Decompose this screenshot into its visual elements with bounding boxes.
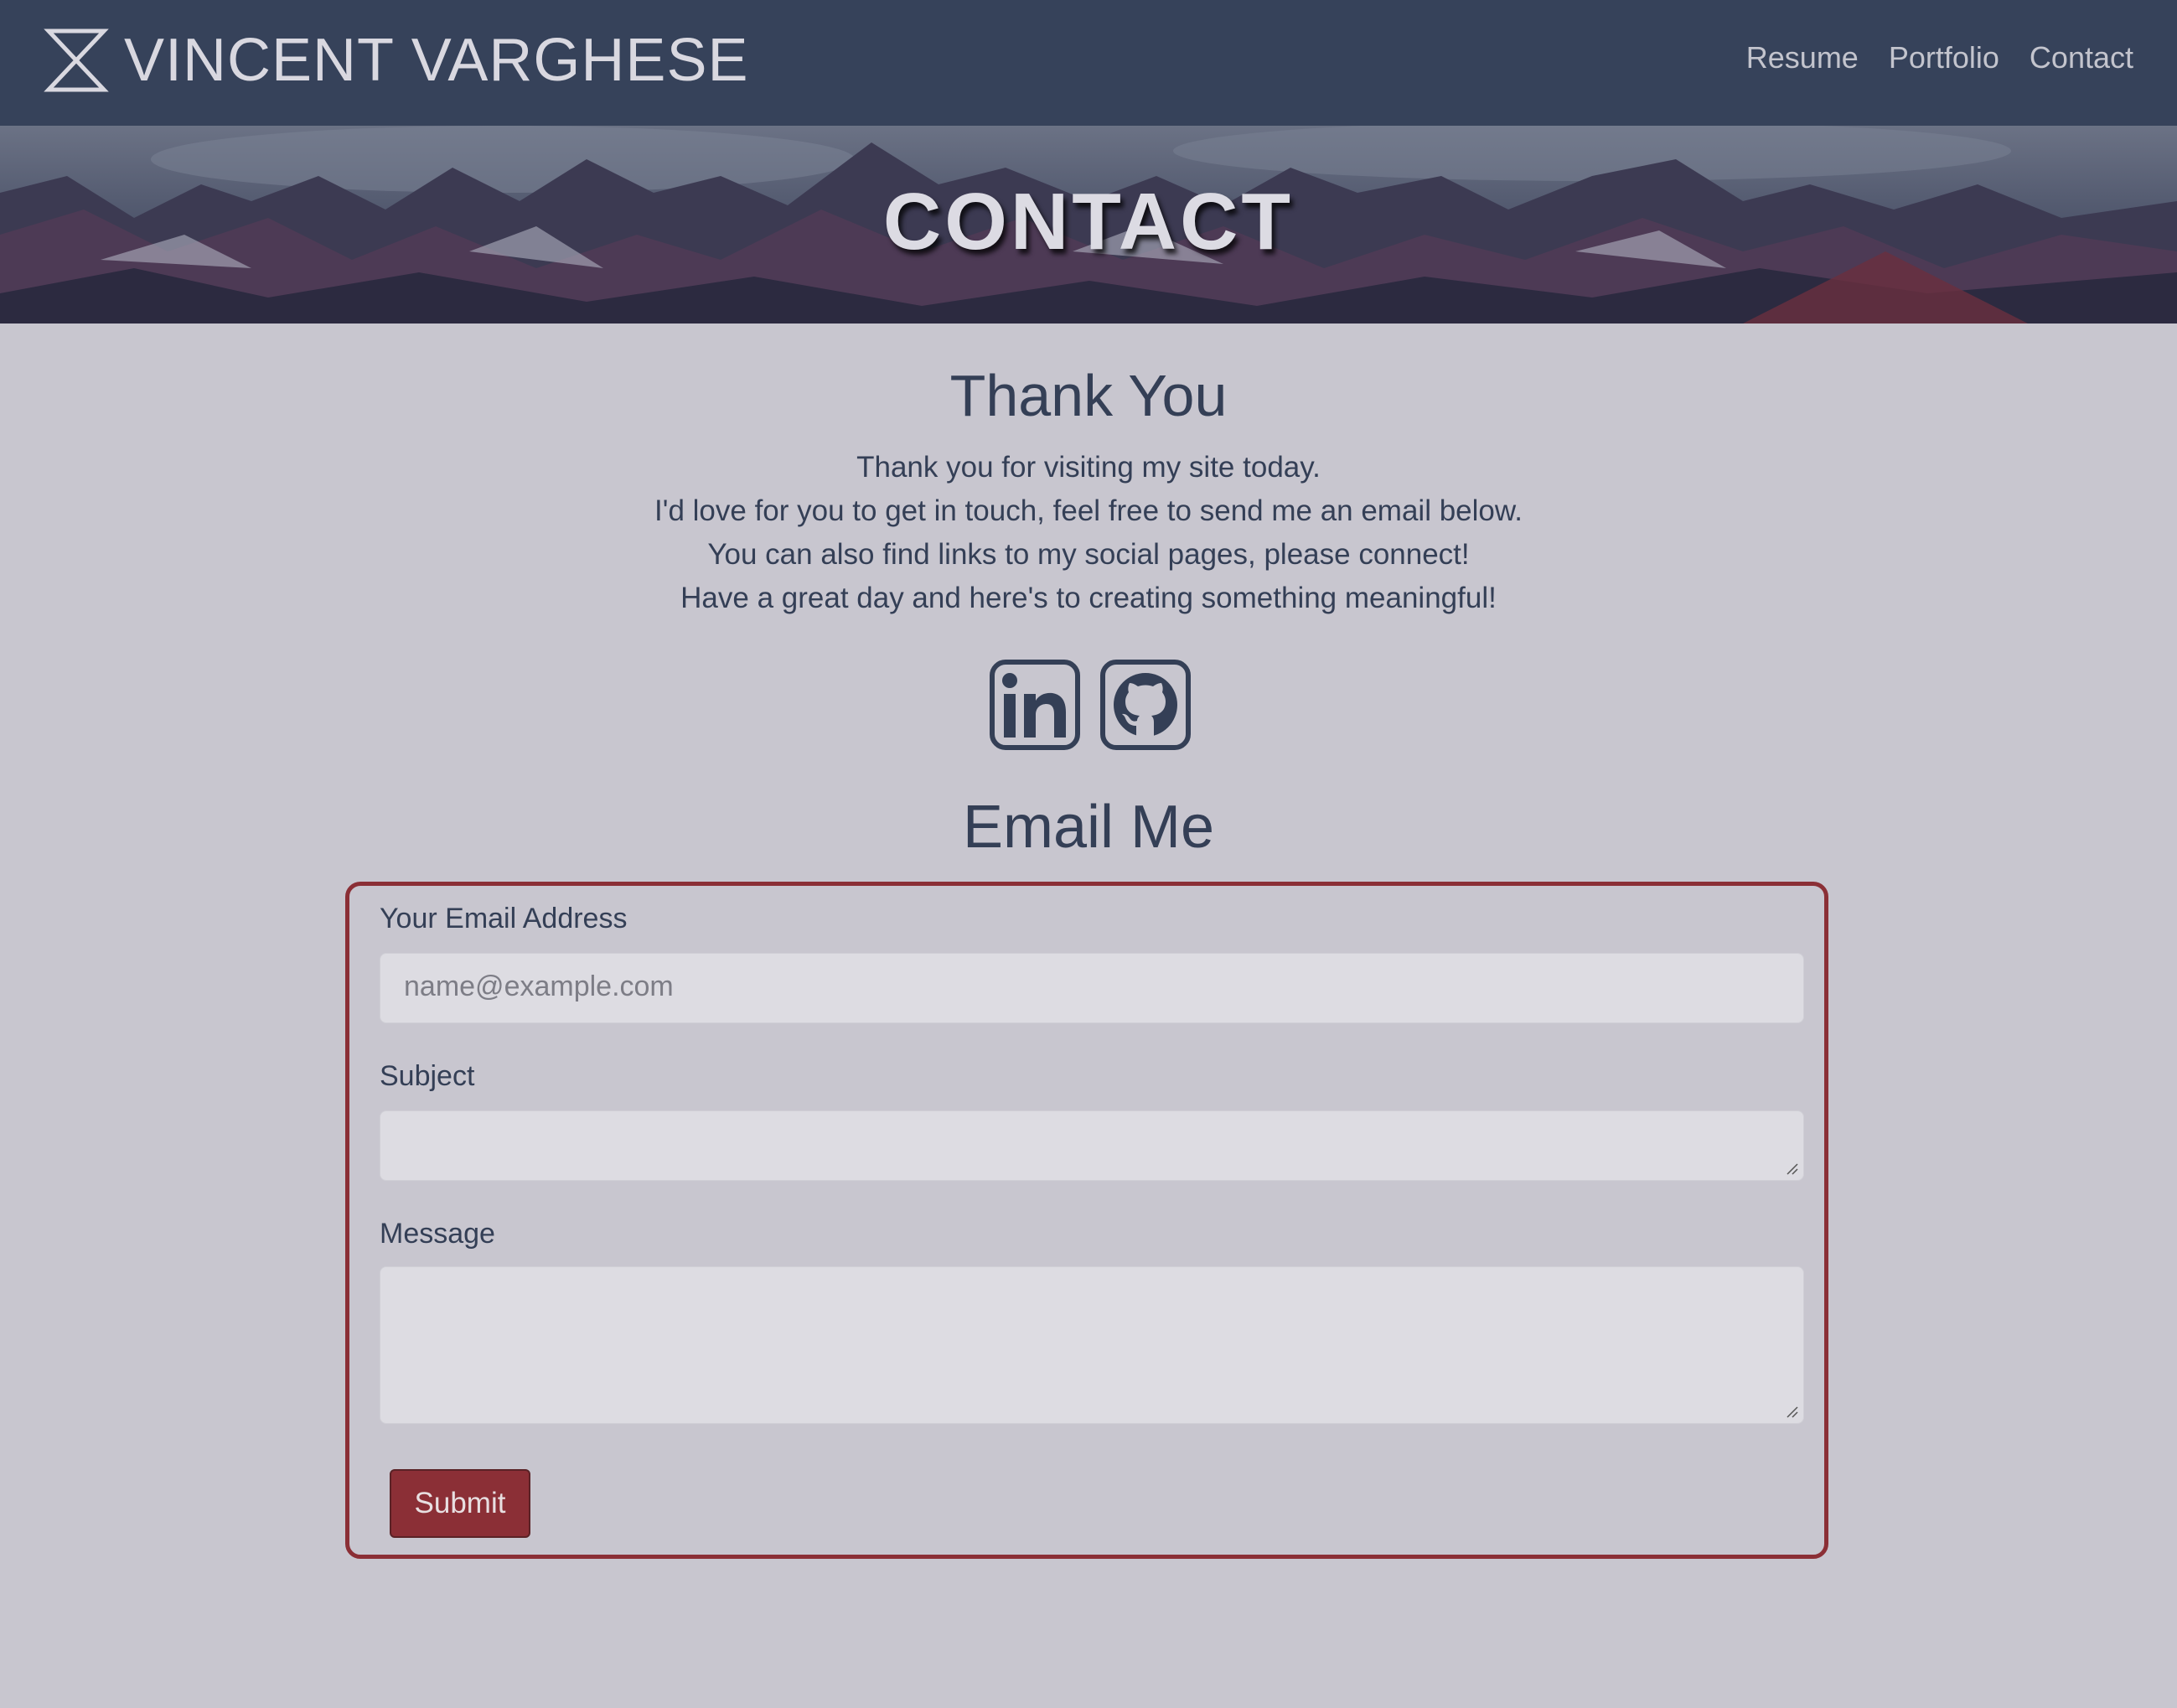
resize-handle-icon[interactable] [1785,1405,1798,1418]
intro-line: You can also find links to my social pag… [707,538,1470,571]
brand-name: VINCENT VARGHESE [124,27,749,94]
nav-link-portfolio[interactable]: Portfolio [1889,40,1999,75]
email-field[interactable]: name@example.com [380,953,1804,1023]
message-label: Message [380,1218,495,1250]
linkedin-icon[interactable] [989,659,1081,751]
email-placeholder: name@example.com [404,970,674,1002]
github-link[interactable] [1099,659,1192,751]
linkedin-link[interactable] [989,659,1081,751]
github-icon[interactable] [1099,659,1192,751]
intro-line: I'd love for you to get in touch, feel f… [654,494,1523,527]
email-me-heading: Email Me [962,794,1215,861]
subject-field[interactable] [380,1110,1804,1181]
email-label: Your Email Address [380,903,628,934]
intro-line: Thank you for visiting my site today. [856,451,1321,484]
intro-text: Thank you for visiting my site today. I'… [0,446,2177,620]
navbar: VINCENT VARGHESE Resume Portfolio Contac… [0,0,2177,126]
nav-link-resume[interactable]: Resume [1746,40,1859,75]
resize-handle-icon[interactable] [1785,1162,1798,1175]
subject-label: Subject [380,1060,475,1092]
submit-button[interactable]: Submit [390,1469,530,1538]
hero-banner: CONTACT [0,126,2177,323]
message-field[interactable] [380,1266,1804,1424]
intro-line: Have a great day and here's to creating … [680,582,1497,614]
thank-you-heading: Thank You [949,363,1228,428]
social-links [989,659,1192,751]
nav-link-contact[interactable]: Contact [2030,40,2133,75]
contact-form: Your Email Address name@example.com Subj… [345,882,1828,1559]
hero-title: CONTACT [882,177,1295,267]
nav-links: Resume Portfolio Contact [1746,40,2133,75]
hourglass-logo-icon [44,28,109,92]
brand-link[interactable]: VINCENT VARGHESE [44,27,749,94]
